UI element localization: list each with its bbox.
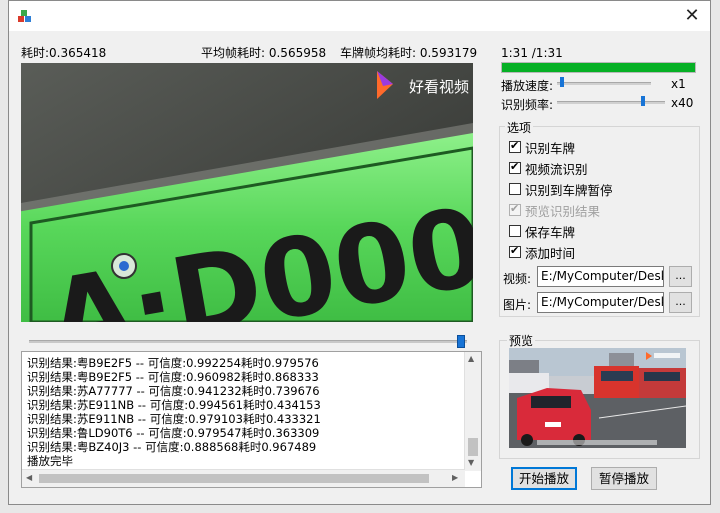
browse-video-button[interactable]: ... [669,266,692,287]
image-path-label: 图片: [503,298,532,312]
scroll-right-icon[interactable]: ▶ [452,473,458,482]
check-icon: ✔ [510,160,520,173]
watermark-text: 好看视频 [409,78,469,96]
seek-slider-track[interactable] [29,340,467,343]
playback-progress-bar [501,62,696,73]
video-path-input[interactable]: E:/MyComputer/Deskt [537,266,664,287]
title-bar: ✕ [9,1,710,31]
scroll-down-icon[interactable]: ▼ [468,458,474,467]
scroll-left-icon[interactable]: ◀ [26,473,32,482]
speed-label: 播放速度: [501,79,554,93]
log-line: 识别结果:粤B9E2F5 -- 可信度:0.992254耗时0.979576 [27,356,319,370]
start-play-button[interactable]: 开始播放 [511,467,577,490]
log-line: 识别结果:粤B9E2F5 -- 可信度:0.960982耗时0.868333 [27,370,319,384]
log-line: 识别结果:苏A77777 -- 可信度:0.941232耗时0.739676 [27,384,320,398]
pause-play-button[interactable]: 暂停播放 [591,467,657,490]
close-button[interactable]: ✕ [682,6,702,26]
checkbox-stream-recognize[interactable]: ✔ 视频流识别 [509,160,588,177]
avg-frame-time-label: 平均帧耗时: 0.565958 [201,46,327,60]
log-line: 播放完毕 [27,454,73,468]
speed-slider-thumb[interactable] [559,77,564,87]
log-line: 识别结果:粤BZ40J3 -- 可信度:0.888568耗时0.967489 [27,440,317,454]
checkbox-preview-result[interactable]: ✔ 预览识别结果 [509,202,600,219]
progress-fill [502,63,695,72]
rate-value: x40 [671,96,694,110]
check-icon: ✔ [510,202,520,215]
log-vertical-scrollbar[interactable]: ▲ ▼ [464,352,481,471]
checkbox-save-plate[interactable]: 保存车牌 [509,223,575,240]
log-line: 识别结果:苏E911NB -- 可信度:0.994561耗时0.434153 [27,398,321,412]
app-cube-icon [17,8,33,24]
speed-slider-track[interactable] [557,82,651,85]
speed-value: x1 [671,77,686,91]
checkbox-add-time[interactable]: ✔ 添加时间 [509,244,575,261]
plate-frame-time-label: 车牌帧均耗时: 0.593179 [340,46,478,60]
vertical-scroll-thumb[interactable] [468,438,478,456]
result-log[interactable]: 识别结果:粤B9E2F5 -- 可信度:0.992254耗时0.979576 识别… [21,351,482,488]
app-window: ✕ 耗时:0.365418 平均帧耗时: 0.565958 车牌帧均耗时: 0.… [8,0,711,505]
elapsed-time-label: 耗时:0.365418 [21,46,107,60]
log-line: 识别结果:鲁LD90T6 -- 可信度:0.979547耗时0.363309 [27,426,320,440]
preview-image [509,348,686,448]
browse-image-button[interactable]: ... [669,292,692,313]
horizontal-scroll-thumb[interactable] [39,474,429,483]
video-path-label: 视频: [503,272,532,286]
options-title: 选项 [505,119,534,136]
check-icon: ✔ [510,244,520,257]
image-path-input[interactable]: E:/MyComputer/Deskt [537,292,664,313]
log-line: 识别结果:苏E911NB -- 可信度:0.979103耗时0.433321 [27,412,321,426]
rate-slider-track[interactable] [557,101,665,104]
checkbox-recognize-plate[interactable]: ✔ 识别车牌 [509,139,575,156]
rate-label: 识别频率: [501,98,554,112]
rate-slider-thumb[interactable] [641,96,646,106]
playback-time: 1:31 /1:31 [501,46,563,60]
checkbox-pause-on-plate[interactable]: 识别到车牌暂停 [509,181,613,198]
check-icon: ✔ [510,139,520,152]
scroll-up-icon[interactable]: ▲ [468,354,474,363]
preview-title: 预览 [507,332,536,349]
log-horizontal-scrollbar[interactable]: ◀ ▶ [22,469,465,487]
seek-slider-thumb[interactable] [457,335,465,348]
log-lines: 识别结果:粤B9E2F5 -- 可信度:0.992254耗时0.979576 识别… [27,356,321,468]
video-view: A·D0000 好看视频 [21,63,473,322]
